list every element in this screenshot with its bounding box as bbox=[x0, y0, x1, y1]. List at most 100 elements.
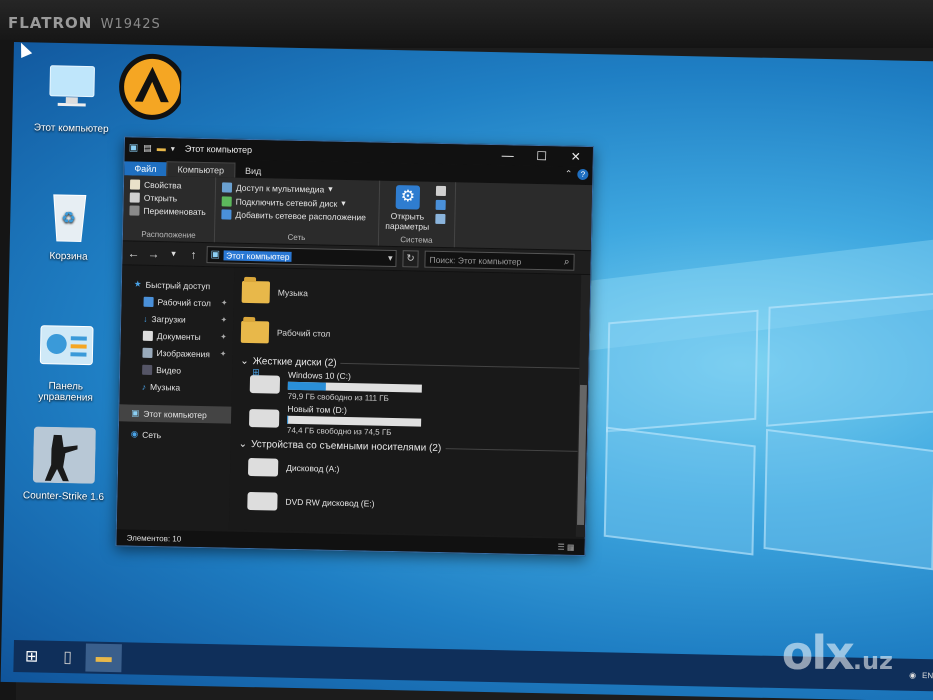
nav-label: Рабочий стол bbox=[157, 296, 212, 308]
system-properties-icon[interactable] bbox=[435, 199, 446, 211]
aimp-shortcut[interactable] bbox=[108, 53, 189, 124]
back-arrow-icon[interactable]: ← bbox=[126, 246, 140, 260]
drive-usage-bar bbox=[287, 415, 422, 427]
open-settings-label: Открыть параметры bbox=[385, 210, 430, 232]
wallpaper-pane bbox=[763, 428, 933, 571]
task-view-icon[interactable]: ▯ bbox=[49, 643, 86, 672]
nav-network[interactable]: ◉ Сеть bbox=[119, 425, 231, 444]
pin-icon: ✦ bbox=[220, 332, 227, 342]
media-access-button[interactable]: Доступ к мультимедиа ▾ bbox=[221, 181, 373, 195]
nav-music[interactable]: ♪ Музыка bbox=[120, 377, 232, 396]
view-toggle-icons[interactable]: ☰ ▦ bbox=[558, 542, 575, 551]
group-label: Система bbox=[400, 235, 433, 245]
nav-label: Загрузки bbox=[151, 313, 186, 325]
windows-drive-icon: ⊞ bbox=[249, 367, 281, 394]
maximize-button[interactable]: ☐ bbox=[525, 149, 559, 164]
brand-text: FLATRON bbox=[8, 14, 93, 32]
file-explorer-window[interactable]: ▣ ▤ ▬ ▾ Этот компьютер — ☐ ✕ Файл Компью… bbox=[115, 136, 594, 557]
drive-item[interactable]: Новый том (D:) 74,4 ГБ свободно из 74,5 … bbox=[239, 401, 580, 442]
system-tray: ◉ ENG bbox=[909, 670, 933, 680]
star-icon: ★ bbox=[133, 278, 142, 289]
desktop-icon-label: Панель управления bbox=[38, 380, 93, 404]
desktop-icon-recycle-bin[interactable]: ♻ Корзина bbox=[23, 182, 115, 263]
drive-item[interactable]: DVD RW дисковод (E:) bbox=[237, 484, 578, 525]
drive-name: Дисковод (A:) bbox=[286, 462, 340, 474]
desktop-icon-label: Корзина bbox=[49, 250, 88, 263]
forward-arrow-icon[interactable]: → bbox=[146, 246, 160, 260]
tab-computer[interactable]: Компьютер bbox=[166, 161, 236, 178]
desktop[interactable]: Этот компьютер ♻ Корзина Панель управлен… bbox=[0, 42, 933, 700]
add-network-location-button[interactable]: Добавить сетевое расположение bbox=[221, 209, 372, 222]
manage-icon[interactable] bbox=[435, 213, 446, 225]
chevron-down-icon: ⌄ bbox=[238, 438, 248, 450]
rename-icon bbox=[129, 205, 140, 216]
chevron-down-icon: ⌄ bbox=[240, 355, 249, 367]
language-indicator[interactable]: ENG bbox=[922, 671, 933, 680]
network-location-icon bbox=[221, 209, 232, 220]
chevron-down-icon[interactable]: ▾ bbox=[166, 248, 180, 259]
nav-label: Видео bbox=[156, 364, 182, 376]
windows-start-icon[interactable]: ⊞ bbox=[13, 642, 50, 671]
desktop-icon-control-panel[interactable]: Панель управления bbox=[20, 312, 112, 404]
desktop-icon-counter-strike[interactable]: Counter-Strike 1.6 bbox=[18, 422, 110, 503]
close-button[interactable]: ✕ bbox=[559, 149, 593, 164]
nav-label: Сеть bbox=[142, 429, 162, 440]
nav-label: Этот компьютер bbox=[143, 408, 207, 420]
nav-this-pc[interactable]: ▣ Этот компьютер bbox=[119, 404, 232, 424]
chevron-down-icon[interactable]: ▾ bbox=[171, 144, 175, 153]
search-input[interactable]: Поиск: Этот компьютер ⌕ bbox=[424, 250, 575, 271]
drive-usage-fill bbox=[287, 381, 326, 391]
watermark-suffix: .uz bbox=[852, 647, 893, 675]
properties-icon[interactable]: ▤ bbox=[143, 142, 152, 153]
tab-view[interactable]: Вид bbox=[235, 164, 272, 179]
music-folder-icon bbox=[241, 280, 271, 304]
control-panel-icon bbox=[34, 313, 99, 378]
up-arrow-icon[interactable]: ↑ bbox=[186, 247, 200, 261]
uninstall-icon[interactable] bbox=[435, 185, 447, 197]
nav-label: Музыка bbox=[149, 381, 181, 393]
properties-button[interactable]: Свойства bbox=[129, 179, 209, 191]
scrollbar-thumb[interactable] bbox=[577, 384, 587, 526]
monitor-bezel: FLATRON W1942S bbox=[0, 0, 933, 48]
system-small-buttons bbox=[435, 185, 447, 233]
open-settings-button[interactable]: ⚙ Открыть параметры bbox=[385, 185, 430, 233]
collapse-ribbon-icon[interactable]: ⌃ bbox=[565, 169, 573, 180]
ribbon-group-system: ⚙ Открыть параметры Система bbox=[378, 180, 457, 248]
pin-icon: ✦ bbox=[220, 315, 228, 325]
counter-strike-icon bbox=[32, 422, 97, 487]
network-drive-icon bbox=[221, 195, 232, 207]
recycle-bin-icon: ♻ bbox=[37, 183, 102, 248]
search-icon: ⌕ bbox=[563, 256, 570, 268]
file-explorer-taskbar-icon[interactable]: ▬ bbox=[85, 643, 122, 673]
music-icon: ♪ bbox=[141, 381, 147, 392]
video-icon bbox=[142, 364, 153, 375]
items-count: Элементов: 10 bbox=[126, 532, 182, 544]
pictures-icon bbox=[142, 347, 153, 358]
chevron-down-icon[interactable]: ▾ bbox=[388, 253, 393, 264]
computer-icon: ▣ bbox=[128, 141, 139, 154]
drive-name: DVD RW дисковод (E:) bbox=[285, 496, 375, 509]
folder-item[interactable]: Музыка bbox=[241, 272, 582, 319]
address-path: Этот компьютер bbox=[223, 249, 292, 262]
desktop-icon-this-pc[interactable]: Этот компьютер bbox=[26, 54, 118, 135]
open-icon bbox=[129, 192, 140, 203]
address-field[interactable]: ▣ Этот компьютер ▾ bbox=[206, 246, 397, 268]
pin-icon: ✦ bbox=[220, 298, 228, 308]
add-network-location-label: Добавить сетевое расположение bbox=[235, 209, 367, 223]
drive-name: Новый том (D:) bbox=[287, 403, 347, 415]
new-folder-icon[interactable]: ▬ bbox=[157, 143, 166, 153]
map-drive-button[interactable]: Подключить сетевой диск ▾ bbox=[221, 195, 373, 209]
refresh-icon[interactable]: ↻ bbox=[402, 250, 419, 268]
computer-icon: ▣ bbox=[210, 249, 221, 261]
folder-item[interactable]: Рабочий стол bbox=[240, 312, 582, 359]
open-button[interactable]: Открыть bbox=[129, 192, 209, 204]
network-tray-icon[interactable]: ◉ bbox=[909, 670, 916, 679]
content-pane[interactable]: Музыка Рабочий стол ⌄ Жесткие диски (2) ⊞… bbox=[228, 267, 591, 538]
checklist-icon bbox=[129, 179, 141, 190]
folder-label: Музыка bbox=[277, 287, 308, 299]
tab-file[interactable]: Файл bbox=[124, 161, 167, 177]
minimize-button[interactable]: — bbox=[491, 148, 525, 163]
group-label: Расположение bbox=[141, 229, 196, 240]
rename-button[interactable]: Переименовать bbox=[129, 205, 208, 217]
monitor-model: W1942S bbox=[100, 17, 161, 32]
